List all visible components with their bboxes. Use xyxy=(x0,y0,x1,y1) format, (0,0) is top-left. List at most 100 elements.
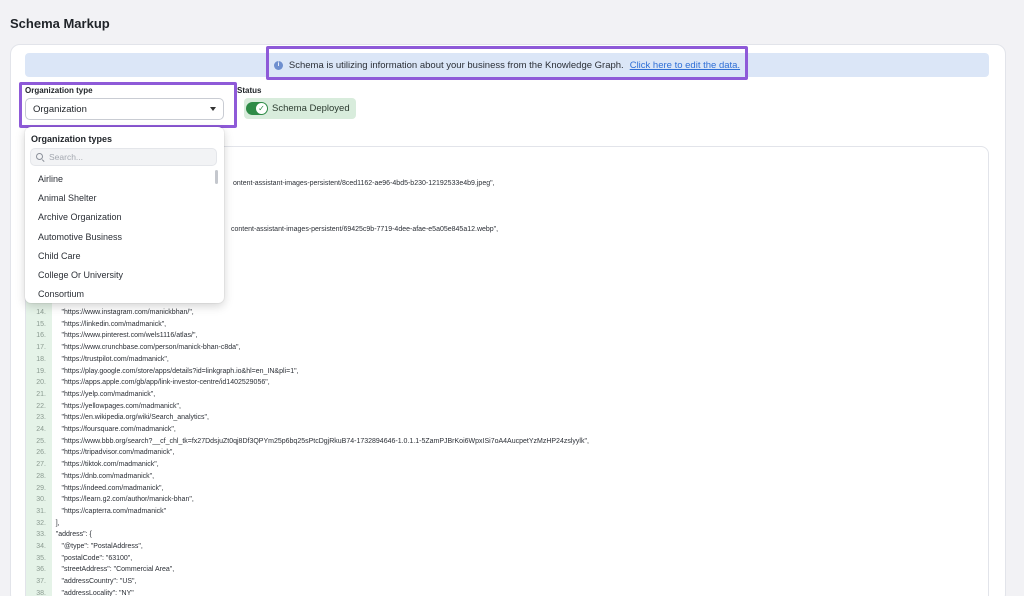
code-text: "address": { xyxy=(46,531,92,539)
code-text: "https://yelp.com/madmanick", xyxy=(46,390,156,398)
code-line: 17. "https://www.crunchbase.com/person/m… xyxy=(26,342,986,354)
line-number: 23. xyxy=(36,414,46,422)
line-number: 24. xyxy=(36,426,46,433)
org-type-option[interactable]: Airline xyxy=(25,169,224,188)
code-text: "https://tripadvisor.com/madmanick", xyxy=(46,449,175,457)
code-text: "addressCountry": "US", xyxy=(46,578,137,586)
info-banner: i Schema is utilizing information about … xyxy=(25,53,989,77)
org-type-option[interactable]: Consortium xyxy=(25,285,224,304)
org-type-label: Organization type xyxy=(25,86,93,95)
code-text: "https://capterra.com/madmanick" xyxy=(46,507,167,515)
code-line: 15. "https://linkedin.com/madmanick", xyxy=(26,319,986,331)
code-line: 23. "https://en.wikipedia.org/wiki/Searc… xyxy=(26,412,986,424)
line-number: 37. xyxy=(36,578,46,586)
line-number: 14. xyxy=(36,309,46,316)
code-line: 37. "addressCountry": "US", xyxy=(26,576,986,588)
line-number: 30. xyxy=(36,496,46,504)
code-line: 34. "@type": "PostalAddress", xyxy=(26,541,986,553)
line-number: 27. xyxy=(36,461,46,469)
code-line: 36. "streetAddress": "Commercial Area", xyxy=(26,564,986,576)
line-number: 25. xyxy=(36,437,46,445)
org-type-option[interactable]: Child Care xyxy=(25,246,224,265)
line-number: 20. xyxy=(36,379,46,387)
code-line: 14. "https://www.instagram.com/manickbha… xyxy=(26,307,986,319)
org-type-options: Airline Animal Shelter Archive Organizatio… xyxy=(25,169,224,304)
code-text: "https://learn.g2.com/author/manick-bhan… xyxy=(46,496,194,504)
code-text: "https://indeed.com/madmanick", xyxy=(46,484,164,492)
org-type-selected-value: Organization xyxy=(33,103,87,115)
dropdown-search-input[interactable] xyxy=(49,152,209,162)
line-number: 36. xyxy=(36,566,46,574)
org-type-option[interactable]: Archive Organization xyxy=(25,208,224,227)
line-number: 16. xyxy=(36,332,46,340)
search-icon xyxy=(36,152,45,162)
code-line: 38. "addressLocality": "NY" xyxy=(26,588,986,596)
code-line: 33. "address": { xyxy=(26,529,986,541)
code-fragment: content-assistant-images-persistent/6942… xyxy=(231,226,499,233)
line-number: 35. xyxy=(36,554,46,562)
code-line: 29. "https://indeed.com/madmanick", xyxy=(26,483,986,495)
line-number: 18. xyxy=(36,355,46,363)
line-number: 28. xyxy=(36,472,46,480)
caret-down-icon xyxy=(210,107,216,111)
code-line: 19. "https://play.google.com/store/apps/… xyxy=(26,366,986,378)
code-text: "https://www.pinterest.com/wels1116/atla… xyxy=(46,332,198,340)
code-line: 18. "https://trustpilot.com/madmanick", xyxy=(26,354,986,366)
code-text: "https://tiktok.com/madmanick", xyxy=(46,461,159,469)
org-type-dropdown: Organization types AirlineAnimal Shelter… xyxy=(25,127,224,303)
line-number: 22. xyxy=(36,402,46,410)
code-line: 21. "https://yelp.com/madmanick", xyxy=(26,389,986,401)
line-number: 38. xyxy=(36,589,46,596)
code-line: 30. "https://learn.g2.com/author/manick-… xyxy=(26,494,986,506)
org-type-option[interactable]: Automotive Business xyxy=(25,227,224,246)
code-text: "https://yellowpages.com/madmanick", xyxy=(46,402,181,410)
check-icon: ✓ xyxy=(256,103,267,114)
line-number: 34. xyxy=(36,543,46,550)
page-title: Schema Markup xyxy=(10,16,110,31)
line-number: 19. xyxy=(36,367,46,375)
dropdown-header: Organization types xyxy=(31,134,113,144)
code-text: "addressLocality": "NY" xyxy=(46,589,134,596)
code-text: "https://play.google.com/store/apps/deta… xyxy=(46,367,299,375)
org-type-select[interactable]: Organization xyxy=(25,98,224,120)
toggle-switch[interactable]: ✓ xyxy=(246,102,268,115)
org-type-option[interactable]: Animal Shelter xyxy=(25,188,224,207)
edit-data-link[interactable]: Click here to edit the data. xyxy=(630,60,740,71)
code-line: 32. ], xyxy=(26,518,986,530)
dropdown-search[interactable] xyxy=(30,148,217,166)
code-text: "https://www.bbb.org/search?__cf_chl_tk=… xyxy=(46,437,589,445)
code-text: "https://apps.apple.com/gb/app/link-inve… xyxy=(46,379,270,387)
code-text: "https://en.wikipedia.org/wiki/Search_an… xyxy=(46,414,209,422)
code-line: 28. "https://dnb.com/madmanick", xyxy=(26,471,986,483)
line-number: 15. xyxy=(36,320,46,328)
info-icon: i xyxy=(273,60,283,70)
code-line: 22. "https://yellowpages.com/madmanick", xyxy=(26,401,986,413)
code-text: "https://dnb.com/madmanick", xyxy=(46,472,155,480)
schema-deployed-toggle[interactable]: ✓ Schema Deployed xyxy=(244,98,356,119)
code-line: 26. "https://tripadvisor.com/madmanick", xyxy=(26,447,986,459)
banner-message: Schema is utilizing information about yo… xyxy=(288,59,624,71)
toggle-label: Schema Deployed xyxy=(272,103,350,114)
code-text: "https://www.crunchbase.com/person/manic… xyxy=(46,344,241,352)
code-line: 31. "https://capterra.com/madmanick" xyxy=(26,506,986,518)
code-line: 27. "https://tiktok.com/madmanick", xyxy=(26,459,986,471)
code-line: 25. "https://www.bbb.org/search?__cf_chl… xyxy=(26,436,986,448)
line-number: 32. xyxy=(36,519,46,527)
code-fragment: ontent-assistant-images-persistent/8ced1… xyxy=(233,180,495,187)
code-line: 35. "postalCode": "63100", xyxy=(26,553,986,565)
code-text: "https://foursquare.com/madmanick", xyxy=(46,426,176,433)
dropdown-scrollbar[interactable] xyxy=(215,170,218,184)
code-line: 24. "https://foursquare.com/madmanick", xyxy=(26,424,986,436)
line-number: 33. xyxy=(36,531,46,539)
code-text: "https://www.instagram.com/manickbhan/", xyxy=(46,309,194,316)
line-number: 29. xyxy=(36,484,46,492)
code-text: "postalCode": "63100", xyxy=(46,554,133,562)
org-type-option[interactable]: College Or University xyxy=(25,265,224,284)
code-text: "@type": "PostalAddress", xyxy=(46,543,143,550)
status-label: Status xyxy=(237,86,262,95)
line-number: 17. xyxy=(36,344,46,352)
code-line: 16. "https://www.pinterest.com/wels1116/… xyxy=(26,330,986,342)
code-text: "https://trustpilot.com/madmanick", xyxy=(46,355,169,363)
code-line: 20. "https://apps.apple.com/gb/app/link-… xyxy=(26,377,986,389)
line-number: 31. xyxy=(36,507,46,515)
